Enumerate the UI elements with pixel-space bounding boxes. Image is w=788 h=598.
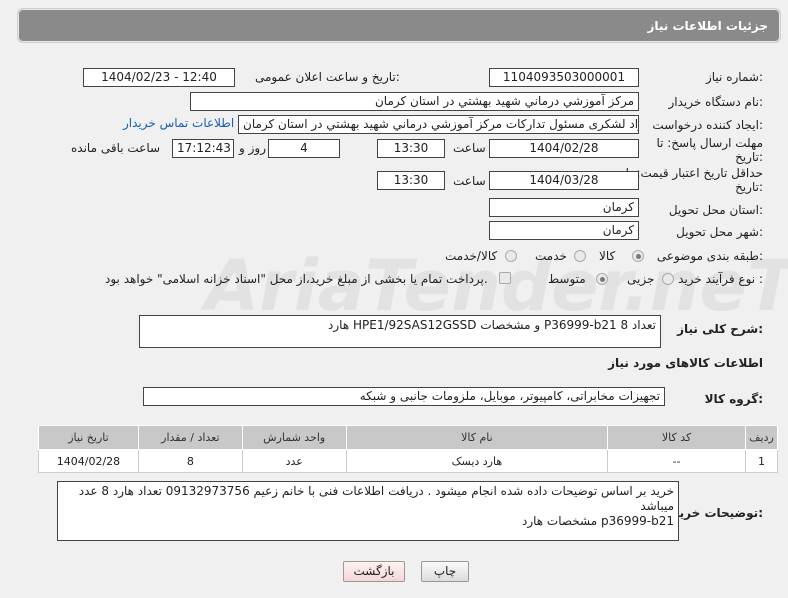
deadline-label: مهلت ارسال پاسخ: تا تاریخ: (656, 136, 763, 164)
buyer-label: نام دستگاه خریدار: (668, 95, 764, 109)
buyer-notes-line-2: مشخصات هارد p36999-b21 (521, 514, 674, 528)
treasury-payment-note: پرداخت تمام یا بخشی از مبلغ خرید،از محل … (105, 272, 488, 286)
goods-table: تاریخ نیاز تعداد / مقدار واحد شمارش نام … (38, 425, 779, 473)
category-option-service: خدمت (535, 249, 567, 263)
buyer-notes-field: خرید بر اساس توضیحات داده شده انجام میشو… (57, 481, 679, 541)
page-title: جزئیات اطلاعات نیاز (647, 19, 768, 33)
need-number-label: شماره نیاز: (705, 70, 763, 84)
process-option-minor: جزیی (627, 272, 655, 286)
treasury-payment-checkbox[interactable] (499, 272, 511, 284)
table-row: 1404/02/28 8 عدد هارد دیسک -- 1 (38, 449, 779, 473)
process-radio-medium[interactable] (596, 273, 608, 285)
remaining-time-field: 17:12:43 (172, 139, 234, 158)
city-field: کرمان (489, 221, 639, 240)
province-field: کرمان (489, 198, 639, 217)
need-number-field: 1104093503000001 (489, 68, 639, 87)
col-item-name: نام کالا (345, 425, 609, 450)
creator-field: جواد لشکری مسئول تدارکات مرکز آموزشي درم… (238, 115, 639, 134)
days-field: 4 (268, 139, 340, 158)
category-radio-service[interactable] (574, 250, 586, 262)
cell-item-code: -- (607, 449, 746, 473)
validity-time-label: ساعت (453, 174, 486, 188)
province-label: استان محل تحویل: (668, 203, 763, 217)
validity-time-field: 13:30 (377, 171, 445, 190)
goods-group-label: گروه کالا: (704, 392, 763, 406)
col-row: ردیف (744, 425, 779, 450)
buyer-notes-line-1: خرید بر اساس توضیحات داده شده انجام میشو… (78, 484, 674, 513)
description-field: هارد HPE1/92SAS12GSSD و مشخصات P36999-b2… (139, 315, 661, 348)
cell-quantity: 8 (137, 449, 243, 473)
process-label: نوع فرآیند خرید : (678, 272, 763, 286)
deadline-time-label: ساعت (453, 141, 486, 155)
creator-label: ایجاد کننده درخواست: (652, 118, 763, 132)
page-header: جزئیات اطلاعات نیاز (17, 8, 781, 43)
days-label: روز و (239, 141, 266, 155)
category-radio-both[interactable] (505, 250, 517, 262)
page-container: جزئیات اطلاعات نیاز AriaTender.neT شماره… (5, 0, 788, 596)
back-button[interactable]: بازگشت (343, 561, 405, 582)
goods-section-title: اطلاعات کالاهای مورد نیاز (608, 356, 763, 370)
contact-buyer-link[interactable]: اطلاعات تماس خریدار (123, 116, 234, 130)
announce-label: تاریخ و ساعت اعلان عمومی: (255, 70, 400, 84)
remaining-time-label: ساعت باقی مانده (71, 141, 161, 155)
category-option-both: کالا/خدمت (445, 249, 498, 263)
buyer-field: مرکز آموزشي درماني شهيد بهشتي در استان ک… (190, 92, 639, 111)
col-quantity: تعداد / مقدار (137, 425, 243, 450)
cell-row: 1 (744, 449, 779, 473)
announce-field: 1404/02/23 - 12:40 (83, 68, 235, 87)
col-need-date: تاریخ نیاز (38, 425, 139, 450)
process-radio-minor[interactable] (662, 273, 674, 285)
cell-need-date: 1404/02/28 (38, 449, 139, 473)
goods-group-field: تجهیزات مخابراتی، کامپیوتر، موبایل، ملزو… (143, 387, 665, 406)
city-label: شهر محل تحویل: (676, 225, 763, 239)
cell-unit: عدد (241, 449, 347, 473)
validity-date-field: 1404/03/28 (489, 171, 639, 190)
description-label: شرح کلی نیاز: (677, 322, 763, 336)
category-label: طبقه بندی موضوعی: (656, 249, 763, 263)
deadline-date-field: 1404/02/28 (489, 139, 639, 158)
col-unit: واحد شمارش (241, 425, 347, 450)
category-option-goods: کالا (599, 249, 616, 263)
cell-item-name: هارد دیسک (345, 449, 609, 473)
goods-table-header: تاریخ نیاز تعداد / مقدار واحد شمارش نام … (38, 425, 779, 450)
print-button[interactable]: چاپ (421, 561, 469, 582)
description-text: هارد HPE1/92SAS12GSSD و مشخصات P36999-b2… (328, 318, 656, 332)
category-radio-goods[interactable] (632, 250, 644, 262)
col-item-code: کد کالا (607, 425, 746, 450)
deadline-time-field: 13:30 (377, 139, 445, 158)
process-option-medium: متوسط (548, 272, 586, 286)
